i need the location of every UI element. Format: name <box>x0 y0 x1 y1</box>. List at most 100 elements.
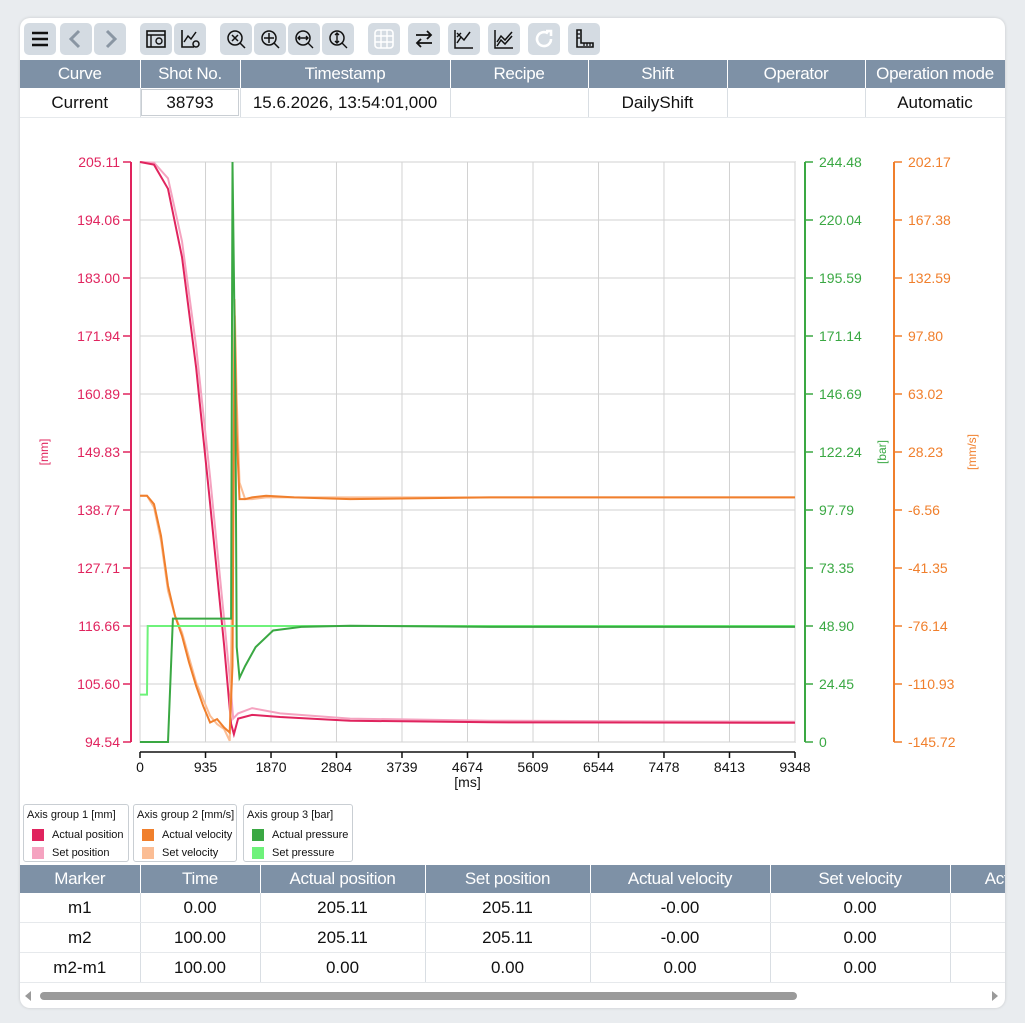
menu-icon[interactable] <box>24 23 56 55</box>
zoom-horizontal-icon[interactable] <box>288 23 320 55</box>
timestamp-value: 15.6.2026, 13:54:01,000 <box>240 88 451 118</box>
y-tick-label-mms: 167.38 <box>908 212 951 228</box>
y-tick-label-mms: -41.35 <box>908 560 948 576</box>
refresh-icon[interactable] <box>528 23 560 55</box>
y-tick-label-mms: -76.14 <box>908 618 948 634</box>
y-tick-label-bar: 0 <box>819 734 827 750</box>
legend-label: Actual pressure <box>272 829 349 841</box>
swap-icon[interactable] <box>408 23 440 55</box>
zoom-reset-icon[interactable] <box>220 23 252 55</box>
shot-info-table: Curve Shot No. Timestamp Recipe Shift Op… <box>20 60 1005 118</box>
y-tick-label-mms: 202.17 <box>908 154 951 170</box>
legend-group-1-title: Axis group 1 [mm] <box>27 809 116 821</box>
time-cell: 100.00 <box>140 922 261 953</box>
set-position-cell: 205.11 <box>425 893 591 923</box>
y-tick-label-mm: 149.83 <box>77 444 120 460</box>
col-actual-velocity[interactable]: Actual velocity <box>590 865 771 893</box>
recipe-value <box>450 88 589 118</box>
legend-label: Actual velocity <box>162 829 233 841</box>
scroll-right-arrow[interactable] <box>992 991 998 1001</box>
col-actual-position[interactable]: Actual position <box>260 865 426 893</box>
col-operator[interactable]: Operator <box>727 60 866 88</box>
legend-actual-velocity[interactable]: Actual velocity <box>142 829 233 842</box>
scroll-left-arrow[interactable] <box>25 991 31 1001</box>
ruler-icon[interactable] <box>568 23 600 55</box>
marker-cell: m2 <box>20 922 141 953</box>
col-timestamp[interactable]: Timestamp <box>240 60 451 88</box>
col-shot-no[interactable]: Shot No. <box>140 60 241 88</box>
marker-row-m1[interactable]: m1 0.00 205.11 205.11 -0.00 0.00 <box>20 893 1005 923</box>
actual-velocity-cell: -0.00 <box>590 922 771 953</box>
legend-group-1: Axis group 1 [mm] Actual position Set po… <box>23 804 129 862</box>
col-set-velocity[interactable]: Set velocity <box>770 865 951 893</box>
col-set-position[interactable]: Set position <box>425 865 591 893</box>
back-icon[interactable] <box>60 23 92 55</box>
col-time[interactable]: Time <box>140 865 261 893</box>
legend-label: Actual position <box>52 829 124 841</box>
x-tick-label: 0 <box>136 759 144 775</box>
y-axis-title-mm: [mm] <box>37 439 51 466</box>
chart-settings-icon[interactable] <box>174 23 206 55</box>
y-tick-label-bar: 146.69 <box>819 386 862 402</box>
x-tick-label: 1870 <box>255 759 286 775</box>
grid-icon[interactable] <box>368 23 400 55</box>
y-tick-label-mms: -145.72 <box>908 734 956 750</box>
col-curve[interactable]: Curve <box>20 60 141 88</box>
shot-info-row[interactable]: Current 38793 15.6.2026, 13:54:01,000 Da… <box>20 88 1005 118</box>
col-operation-mode[interactable]: Operation mode <box>865 60 1005 88</box>
set-velocity-cell: 0.00 <box>770 893 951 923</box>
legend-group-2-title: Axis group 2 [mm/s] <box>137 809 235 821</box>
actual-velocity-cell: -0.00 <box>590 893 771 923</box>
actual-position-cell: 205.11 <box>260 893 426 923</box>
legend-set-pressure[interactable]: Set pressure <box>252 847 334 860</box>
x-axis-title: [ms] <box>454 774 480 790</box>
shot-no-cell: 38793 <box>140 88 241 118</box>
col-marker[interactable]: Marker <box>20 865 141 893</box>
y-tick-label-mm: 183.00 <box>77 270 120 286</box>
legend-actual-position[interactable]: Actual position <box>32 829 124 842</box>
col-recipe[interactable]: Recipe <box>450 60 589 88</box>
y-tick-label-mms: -6.56 <box>908 502 940 518</box>
scrollbar-thumb[interactable] <box>40 992 797 1000</box>
y-tick-label-mms: -110.93 <box>908 676 955 692</box>
marker-row-m2-m1[interactable]: m2-m1 100.00 0.00 0.00 0.00 0.00 <box>20 952 1005 983</box>
legend-set-position[interactable]: Set position <box>32 847 109 860</box>
y-tick-label-bar: 220.04 <box>819 212 862 228</box>
x-tick-label: 3739 <box>386 759 417 775</box>
table-view-icon[interactable] <box>140 23 172 55</box>
x-tick-label: 935 <box>194 759 218 775</box>
col-actual-pressure-partial[interactable]: Actual <box>950 865 1005 893</box>
marker-row-m2[interactable]: m2 100.00 205.11 205.11 -0.00 0.00 <box>20 922 1005 953</box>
col-shift[interactable]: Shift <box>588 60 728 88</box>
curve-value: Current <box>20 88 141 118</box>
curves-icon[interactable] <box>488 23 520 55</box>
shot-no-input[interactable]: 38793 <box>141 89 239 116</box>
horizontal-scrollbar[interactable] <box>20 988 1005 1004</box>
y-axis-title-mms: [mm/s] <box>965 434 979 470</box>
legend-group-2: Axis group 2 [mm/s] Actual velocity Set … <box>133 804 237 862</box>
y-tick-label-bar: 122.24 <box>819 444 862 460</box>
y-tick-label-mms: 132.59 <box>908 270 951 286</box>
zoom-vertical-icon[interactable] <box>322 23 354 55</box>
operation-mode-value: Automatic <box>865 88 1005 118</box>
actual-pressure-cell <box>950 922 1005 953</box>
marker-table-header: Marker Time Actual position Set position… <box>20 865 1005 893</box>
curve-select-icon[interactable] <box>448 23 480 55</box>
actual-pressure-cell <box>950 893 1005 923</box>
zoom-in-icon[interactable] <box>254 23 286 55</box>
x-tick-label: 2804 <box>321 759 352 775</box>
marker-cell: m2-m1 <box>20 952 141 983</box>
y-tick-label-mm: 94.54 <box>85 734 120 750</box>
x-tick-label: 6544 <box>583 759 614 775</box>
legend-set-velocity[interactable]: Set velocity <box>142 847 218 860</box>
process-curve-chart[interactable]: 205.11 194.06 183.00 171.94 160.89 149.83 138.… <box>20 148 1005 798</box>
actual-pressure-cell <box>950 952 1005 983</box>
legend-actual-pressure[interactable]: Actual pressure <box>252 829 349 842</box>
legend-swatch <box>142 829 154 842</box>
y-tick-label-mm: 105.60 <box>77 676 120 692</box>
x-tick-label: 9348 <box>779 759 810 775</box>
forward-icon[interactable] <box>94 23 126 55</box>
y-tick-label-bar: 244.48 <box>819 154 862 170</box>
y-tick-label-mm: 116.66 <box>78 618 120 634</box>
set-velocity-cell: 0.00 <box>770 952 951 983</box>
